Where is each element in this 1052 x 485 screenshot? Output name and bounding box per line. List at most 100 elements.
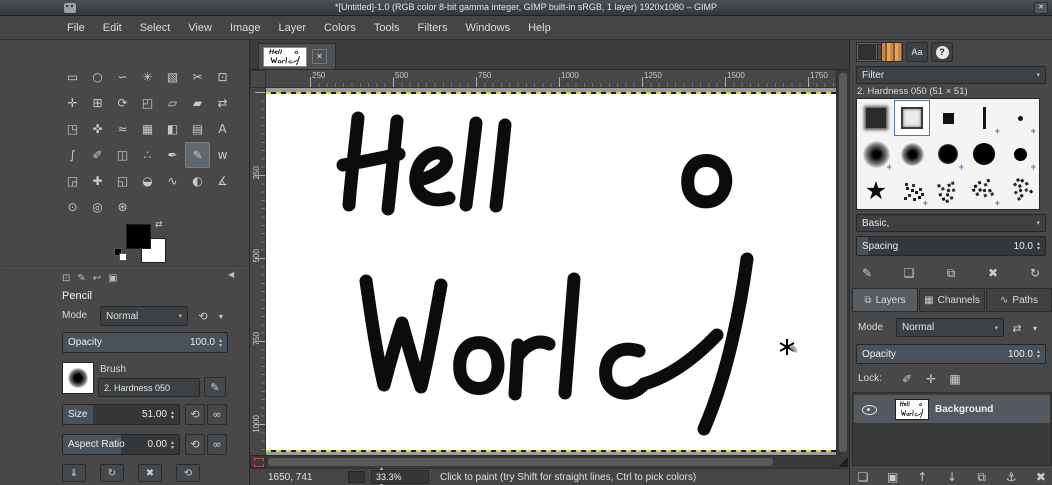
layer-opacity-slider[interactable]: Opacity 100.0 ▴▾ [856, 344, 1046, 364]
tool-text[interactable]: A [210, 116, 235, 142]
brush-vertical-line[interactable] [966, 100, 1002, 136]
tool-smudge[interactable]: ∿ [160, 168, 185, 194]
layer-link-cell[interactable] [881, 395, 895, 423]
tool-measure[interactable]: ∡ [210, 168, 235, 194]
spin-down-icon[interactable]: ▾ [380, 477, 383, 485]
link-brush-size-icon[interactable]: ∞ [207, 404, 227, 425]
tool-warp-transform[interactable]: ≈ [110, 116, 135, 142]
unit-menu-button[interactable] [348, 471, 365, 483]
tool-color-picker[interactable]: ⊙ [60, 194, 85, 220]
tool-free-select[interactable]: ∽ [110, 64, 135, 90]
device-status-tab-icon[interactable]: ✎ [77, 273, 85, 284]
tool-flip[interactable]: ⇄ [210, 90, 235, 116]
new-brush-icon[interactable]: ❏ [898, 266, 920, 280]
brush-hardness-025[interactable] [858, 136, 894, 172]
brush-preview[interactable] [62, 362, 94, 394]
tool-select-by-color[interactable]: ▧ [160, 64, 185, 90]
lock-position-icon[interactable]: ✛ [920, 372, 942, 386]
menu-item[interactable]: Image [221, 16, 270, 40]
spacing-spinner[interactable]: ▴▾ [1037, 241, 1040, 251]
tool-perspective-clone[interactable]: ◱ [110, 168, 135, 194]
opacity-spinner[interactable]: ▴▾ [219, 338, 222, 348]
menu-item[interactable]: Tools [365, 16, 409, 40]
brush-fuzzy-square[interactable] [858, 100, 894, 136]
foreground-color-swatch[interactable] [126, 224, 151, 249]
tab-layers[interactable]: ⧉ Layers [852, 288, 918, 312]
swap-colors-icon[interactable]: ⇄ [155, 220, 163, 230]
spin-down-icon[interactable]: ▾ [1037, 354, 1040, 359]
tool-blur-sharpen[interactable]: ◒ [135, 168, 160, 194]
reset-mode-icon[interactable]: ⟲ [194, 307, 212, 325]
spin-down-icon[interactable]: ▾ [171, 445, 174, 450]
tool-zoom[interactable]: ◎ [85, 194, 110, 220]
tool-fuzzy-select[interactable]: ✳ [135, 64, 160, 90]
ruler-corner[interactable] [250, 70, 266, 88]
aspect-ratio-slider[interactable]: Aspect Ratio 0.00 ▴▾ [62, 434, 180, 455]
spin-up-icon[interactable]: ▴ [380, 460, 383, 477]
edit-brush-icon[interactable]: ✎ [856, 266, 878, 280]
switch-modes-icon[interactable]: ⇄ [1008, 319, 1026, 337]
vertical-scrollbar[interactable] [836, 70, 849, 455]
raise-layer-icon[interactable]: ↑ [911, 470, 933, 484]
link-brush-aspect-icon[interactable]: ∞ [207, 434, 227, 455]
brush-select-field[interactable]: 2. Hardness 050 [98, 378, 200, 397]
aspect-spinner[interactable]: ▴▾ [171, 440, 174, 450]
new-group-icon[interactable]: ▣ [882, 470, 904, 484]
canvas-viewport[interactable]: ✎ [266, 88, 836, 455]
close-tab-icon[interactable]: ✕ [312, 49, 327, 64]
tool-handle-transform[interactable]: ✜ [85, 116, 110, 142]
delete-brush-icon[interactable]: ✖ [982, 266, 1004, 280]
tool-shear[interactable]: ▱ [160, 90, 185, 116]
refresh-brushes-icon[interactable]: ↻ [1024, 266, 1046, 280]
tool-ellipse-select[interactable]: ○ [85, 64, 110, 90]
close-window-button[interactable]: ✕ [1034, 2, 1048, 14]
tool-airbrush[interactable]: ∴ [135, 142, 160, 168]
brush-hardness-075[interactable] [930, 136, 966, 172]
new-layer-icon[interactable]: ❏ [852, 470, 874, 484]
spacing-slider[interactable]: Spacing 10.0 ▴▾ [856, 236, 1046, 256]
edit-brush-button[interactable]: ✎ [204, 377, 226, 397]
delete-layer-icon[interactable]: ✖ [1030, 470, 1052, 484]
horizontal-scrollbar-thumb[interactable] [268, 458, 773, 466]
brush-block[interactable] [1002, 136, 1038, 172]
spin-down-icon[interactable]: ▾ [171, 415, 174, 420]
tool-gradient[interactable]: ▤ [185, 116, 210, 142]
lock-alpha-icon[interactable]: ▦ [944, 372, 966, 386]
tab-channels[interactable]: ▦ Channels [919, 288, 985, 312]
menu-item[interactable]: Layer [270, 16, 316, 40]
mode-dropdown[interactable]: Normal ▾ [100, 306, 188, 326]
lower-layer-icon[interactable]: ↓ [941, 470, 963, 484]
tool-clone[interactable]: ◲ [60, 168, 85, 194]
tab-paths[interactable]: ∿ Paths [986, 288, 1052, 312]
zoom-spinner[interactable]: ▴▾ [380, 460, 383, 485]
brush-filter-field[interactable]: Filter ▾ [856, 66, 1046, 84]
Background[interactable]: Background [854, 395, 1050, 423]
brush-pixel-dot[interactable] [1002, 100, 1038, 136]
brush-hardness-100[interactable] [966, 136, 1002, 172]
layer-name[interactable]: Background [935, 404, 993, 415]
opacity-slider[interactable]: Opacity 100.0 ▴▾ [62, 332, 228, 353]
undo-history-tab-icon[interactable]: ↩ [93, 273, 101, 284]
menu-item[interactable]: Edit [94, 16, 131, 40]
layer-visible-icon[interactable] [862, 402, 877, 417]
tool-dodge-burn[interactable]: ◐ [185, 168, 210, 194]
spin-down-icon[interactable]: ▾ [1037, 246, 1040, 251]
duplicate-brush-icon[interactable]: ⧉ [940, 266, 962, 281]
vertical-ruler[interactable]: 2505007501000 [250, 88, 266, 455]
tool-move[interactable]: ✛ [60, 90, 85, 116]
restore-preset-icon[interactable]: ↻ [100, 464, 124, 482]
menu-item[interactable]: File [58, 16, 94, 40]
tool-options-tab-icon[interactable]: ⊡ [62, 273, 70, 284]
dock-menu-icon[interactable]: ◀ [228, 270, 234, 279]
tool-perspective[interactable]: ▰ [185, 90, 210, 116]
brush-solid-square[interactable] [930, 100, 966, 136]
help-dialog-tab[interactable]: ? [931, 42, 953, 62]
layer-opacity-spinner[interactable]: ▴▾ [1037, 349, 1040, 359]
zoom-field[interactable]: 33.3% ▴▾ [371, 470, 429, 484]
brushes-dialog-tab[interactable] [856, 42, 878, 62]
patterns-dialog-tab[interactable] [881, 42, 903, 62]
reset-size-icon[interactable]: ⟲ [185, 404, 205, 425]
tool-heal[interactable]: ✚ [85, 168, 110, 194]
tool-ink[interactable]: ✒ [160, 142, 185, 168]
tool-scissors-select[interactable]: ✂ [185, 64, 210, 90]
